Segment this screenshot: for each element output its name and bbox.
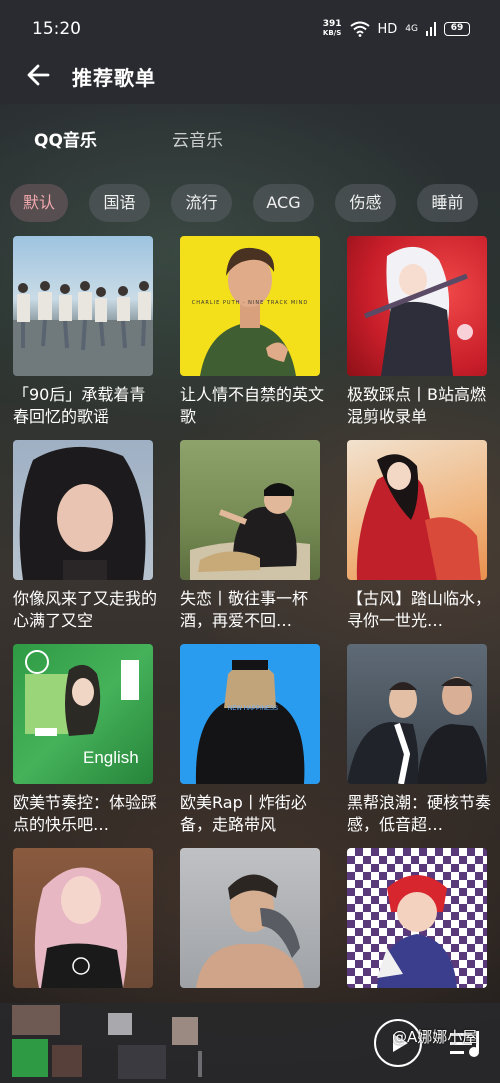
- cover-caption: CHARLIE PUTH · NINE TRACK MIND: [191, 300, 309, 306]
- playlist-cover: [13, 848, 153, 988]
- playlist-title: 欧美Rap丨炸街必备，走路带风: [180, 793, 307, 834]
- network-speed-value: 391: [322, 19, 342, 29]
- playlist-card[interactable]: CHARLIE PUTH · NINE TRACK MIND 让人情不自禁的英文…: [180, 236, 324, 428]
- playlist-cover: [13, 440, 153, 580]
- playlist-title: 让人情不自禁的英文歌: [180, 385, 324, 426]
- playlist-card[interactable]: 【古风】踏山临水，寻你一世光…: [347, 440, 491, 632]
- chip-bedtime[interactable]: 睡前: [417, 184, 478, 222]
- playlist-title: 「90后」承载着青春回忆的歌谣: [13, 385, 146, 426]
- chip-default[interactable]: 默认: [10, 184, 68, 222]
- playlist-card[interactable]: NEW HAPPINESS 欧美Rap丨炸街必备，走路带风: [180, 644, 320, 836]
- playlist-title: 【古风】踏山临水，寻你一世光…: [347, 589, 491, 630]
- cover-caption: NEW HAPPINESS: [228, 706, 279, 712]
- network-type: 4G: [405, 24, 418, 34]
- chip-sad[interactable]: 伤感: [335, 184, 396, 222]
- playlist-cover: NEW HAPPINESS: [180, 644, 320, 784]
- playlist-title: 失恋丨敬往事一杯酒，再爱不回…: [180, 589, 309, 630]
- top-bar: 15:20 391 KB/S HD 4G 69 推荐歌单: [0, 0, 500, 104]
- playlist-title: 欧美节奏控：体验踩点的快乐吧…: [13, 793, 157, 834]
- playlist-cover: English: [13, 644, 153, 784]
- source-tabs: QQ音乐 云音乐: [0, 122, 500, 158]
- playlist-card[interactable]: 极致踩点丨B站高燃混剪收录单: [347, 236, 487, 428]
- signal-icon: [426, 22, 436, 36]
- playlist-cover: [347, 236, 487, 376]
- playlist-cover: [347, 440, 487, 580]
- battery-indicator: 69: [444, 22, 470, 36]
- playlist-title: 极致踩点丨B站高燃混剪收录单: [347, 385, 486, 426]
- page-title: 推荐歌单: [72, 66, 156, 90]
- status-bar: 15:20 391 KB/S HD 4G 69: [0, 0, 500, 60]
- tab-cloud-music[interactable]: 云音乐: [172, 126, 223, 151]
- playlist-card[interactable]: 失恋丨敬往事一杯酒，再爱不回…: [180, 440, 320, 632]
- playlist-title: 黑帮浪潮：硬核节奏感，低音超…: [347, 793, 491, 834]
- now-playing-art[interactable]: [12, 1005, 202, 1079]
- playlist-cover: [13, 236, 153, 376]
- hd-label: HD: [377, 21, 398, 37]
- status-icons: 391 KB/S HD 4G 69: [323, 20, 470, 38]
- chip-mandarin[interactable]: 国语: [89, 184, 150, 222]
- tab-qq-music[interactable]: QQ音乐: [34, 126, 97, 151]
- cover-caption: English: [83, 748, 139, 767]
- playlist-cover: [180, 848, 320, 988]
- playlist-card[interactable]: 「90后」承载着青春回忆的歌谣: [13, 236, 153, 428]
- playlist-card[interactable]: 黑帮浪潮：硬核节奏感，低音超…: [347, 644, 491, 836]
- chip-acg[interactable]: ACG: [253, 184, 314, 222]
- category-chips: 默认 国语 流行 ACG 伤感 睡前: [10, 184, 500, 222]
- playlist-cover: CHARLIE PUTH · NINE TRACK MIND: [180, 236, 320, 376]
- playlist-cover: [347, 644, 487, 784]
- playlist-card[interactable]: 你像风来了又走我的心满了又空: [13, 440, 157, 632]
- status-time: 15:20: [32, 19, 81, 39]
- chip-pop[interactable]: 流行: [171, 184, 232, 222]
- wifi-icon: [349, 21, 370, 37]
- playlist-cover: [180, 440, 320, 580]
- playlist-cover: [347, 848, 487, 988]
- back-arrow-icon[interactable]: [22, 58, 56, 92]
- watermark-text: @A娜娜小屋: [392, 1028, 478, 1046]
- network-speed: 391 KB/S: [323, 20, 342, 38]
- playlist-title: 你像风来了又走我的心满了又空: [13, 589, 157, 630]
- playlist-card[interactable]: English 欧美节奏控：体验踩点的快乐吧…: [13, 644, 157, 836]
- header: 推荐歌单: [0, 52, 500, 100]
- network-speed-unit: KB/S: [322, 29, 342, 37]
